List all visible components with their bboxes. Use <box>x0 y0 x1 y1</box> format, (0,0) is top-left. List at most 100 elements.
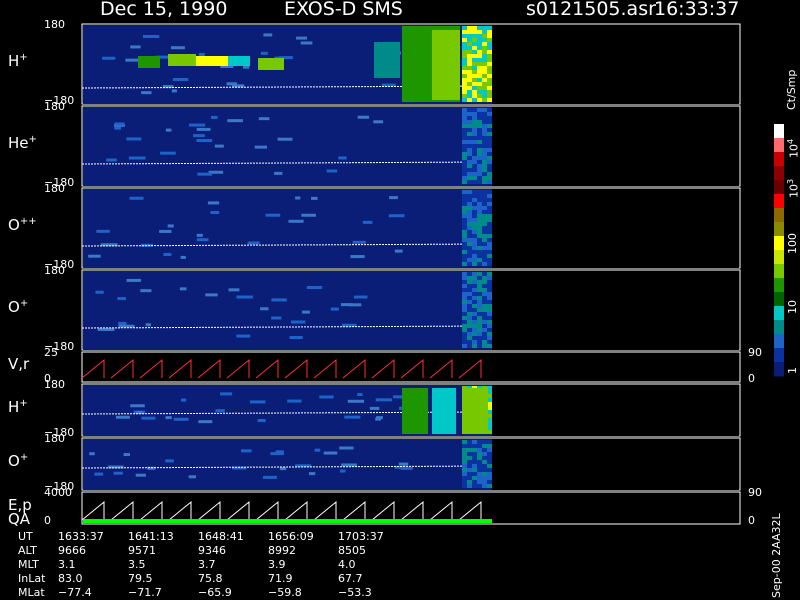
heatmap-cell <box>487 194 492 198</box>
heatmap-cell <box>487 316 492 320</box>
heatmap-cell <box>472 160 477 164</box>
heatmap-cell <box>487 448 492 452</box>
heatmap-cell <box>257 418 266 422</box>
heatmap-cell <box>462 324 467 328</box>
heatmap-cell <box>205 293 218 297</box>
heatmap-cell <box>467 480 472 484</box>
heatmap-cell <box>487 336 492 340</box>
heatmap-cell <box>487 476 492 480</box>
heatmap-cell <box>472 448 477 452</box>
heatmap-cell <box>472 284 477 288</box>
heatmap-cell <box>472 258 477 262</box>
heatmap-cell <box>487 280 492 284</box>
heatmap-cell <box>462 444 467 448</box>
heatmap-cell <box>462 202 467 206</box>
heatmap-cell <box>462 276 467 280</box>
heatmap-cell <box>462 124 467 128</box>
heatmap-cell <box>487 288 492 292</box>
file-title: s0121505.asr <box>526 0 656 20</box>
heatmap-cell <box>482 136 487 140</box>
heatmap-cell <box>472 120 477 124</box>
heatmap-cell <box>180 255 186 259</box>
heatmap-cell <box>472 94 477 98</box>
heatmap-cell <box>477 230 482 234</box>
heatmap-cell <box>462 74 467 78</box>
plot-canvas <box>81 23 784 525</box>
heatmap-cell <box>487 250 492 254</box>
heatmap-cell <box>467 176 472 180</box>
heatmap-cell <box>467 440 472 444</box>
heatmap-cell <box>472 108 477 112</box>
heatmap-cell <box>467 86 472 90</box>
heatmap-cell <box>211 115 218 119</box>
heatmap-cell <box>482 112 487 116</box>
heatmap-cell <box>319 395 334 399</box>
heatmap-cell <box>487 120 492 124</box>
heatmap-cell <box>482 324 487 328</box>
heatmap-cell <box>97 327 115 331</box>
heatmap-cell <box>462 82 467 86</box>
heatmap-cell <box>145 323 152 327</box>
heatmap-cell <box>477 86 482 90</box>
heatmap-cell <box>487 54 492 58</box>
heatmap-cell <box>472 190 477 194</box>
panel-frame <box>81 351 741 383</box>
heatmap-cell <box>462 262 467 266</box>
heatmap-cell <box>126 278 142 282</box>
heatmap-cell <box>487 90 492 94</box>
heatmap-cell <box>477 128 482 132</box>
heatmap-cell <box>462 254 467 258</box>
heatmap-cell <box>477 304 482 308</box>
heatmap-cell <box>462 108 467 112</box>
heatmap-cell <box>477 46 482 50</box>
heatmap-cell <box>462 164 467 168</box>
heatmap-cell <box>167 224 174 228</box>
heatmap-cell <box>260 51 268 55</box>
footer-cell: 3.7 <box>198 558 216 571</box>
colorbar-swatch <box>774 194 784 209</box>
heatmap-cell <box>88 254 101 258</box>
heatmap-cell <box>89 452 95 456</box>
heatmap-cell <box>477 300 482 304</box>
heatmap-cell <box>357 392 363 396</box>
heatmap-cell <box>141 416 156 420</box>
heatmap-cell <box>462 272 467 276</box>
heatmap-cell <box>482 222 487 226</box>
heatmap-cell <box>400 466 413 470</box>
heatmap-cell <box>477 440 482 444</box>
heatmap-cell <box>165 459 174 463</box>
heatmap-cell <box>472 222 477 226</box>
heatmap-cell <box>241 449 252 453</box>
heatmap-cell <box>472 136 477 140</box>
heatmap-cell <box>487 230 492 234</box>
heatmap-cell <box>472 128 477 132</box>
heatmap-cell <box>227 119 243 123</box>
heatmap-cell <box>487 284 492 288</box>
footer-cell: 3.1 <box>58 558 76 571</box>
heatmap-cell <box>472 62 477 66</box>
heatmap-cell <box>482 34 487 38</box>
heatmap-cell <box>467 276 472 280</box>
heatmap-cell <box>467 180 472 184</box>
heatmap-cell <box>389 196 398 200</box>
heatmap-cell <box>170 46 185 50</box>
heatmap-cell <box>482 472 487 476</box>
heatmap-cell <box>487 124 492 128</box>
heatmap-bg <box>83 189 492 268</box>
heatmap-cell <box>482 82 487 86</box>
heatmap-cell <box>482 194 487 198</box>
y-tick-top: 180 <box>44 100 65 113</box>
heatmap-cell <box>228 56 250 66</box>
heatmap-cell <box>482 312 487 316</box>
heatmap-cell <box>462 308 467 312</box>
heatmap-cell <box>472 202 477 206</box>
heatmap-cell <box>96 229 110 233</box>
heatmap-cell <box>482 242 487 246</box>
heatmap-cell <box>477 194 482 198</box>
colorbar-swatch <box>774 306 784 321</box>
heatmap-cell <box>462 344 467 348</box>
heatmap-cell <box>472 460 477 464</box>
heatmap-cell <box>115 415 130 419</box>
heatmap-cell <box>482 288 487 292</box>
heatmap-cell <box>472 198 477 202</box>
